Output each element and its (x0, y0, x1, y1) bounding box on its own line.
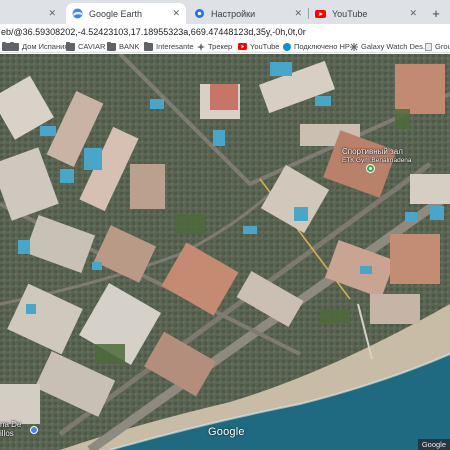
plus-icon: + (432, 5, 440, 21)
url-field[interactable]: eb/@36.59308202,-4.52423103,17.18955323a… (0, 25, 450, 39)
map-pin-icon[interactable] (30, 426, 38, 434)
poi-subtitle: ЕТК Gym Benalmadena (342, 157, 412, 164)
bookmark-tracker[interactable]: Трекер (197, 41, 232, 52)
galaxy-watch-icon (350, 42, 358, 51)
bookmark-label: Interesante (156, 42, 194, 51)
tab-label: YouTube (332, 8, 368, 19)
bookmark-label: Подключено HP (294, 42, 350, 51)
new-tab-button[interactable]: + (428, 5, 444, 21)
poi-name: Спортивный зал (342, 147, 403, 156)
settings-gear-icon (194, 8, 205, 19)
bookmark-label: BANK (119, 42, 140, 51)
bookmark-folder-dom-ispaniya[interactable]: Дом Испания (10, 41, 68, 52)
folder-icon (66, 41, 75, 51)
youtube-icon (315, 8, 326, 19)
close-icon[interactable]: ✕ (48, 8, 56, 19)
tab-settings[interactable]: Настройки ✕ (188, 3, 308, 24)
close-icon[interactable]: ✕ (172, 8, 180, 19)
bookmark-label: Grou (435, 42, 450, 51)
close-icon[interactable]: ✕ (409, 8, 417, 19)
poi-label-bottom-left[interactable]: na De illos (0, 420, 21, 438)
page-icon (425, 42, 432, 51)
poi-label[interactable]: Спортивный зал ЕТК Gym Benalmadena (342, 147, 412, 165)
bookmark-youtube[interactable]: YouTube (238, 41, 279, 52)
satellite-map-view[interactable]: Спортивный зал ЕТК Gym Benalmadena na De… (0, 54, 450, 450)
google-watermark: Google (208, 426, 245, 438)
google-earth-icon (72, 8, 83, 19)
bookmark-folder-caviar[interactable]: CAVIAR (66, 41, 105, 52)
bookmark-folder-interesante[interactable]: Interesante (144, 41, 194, 52)
tab-google-earth[interactable]: Google Earth ✕ (66, 3, 186, 24)
poi-name-line1: na De (0, 420, 22, 429)
bookmark-label: Galaxy Watch Des... (361, 42, 430, 51)
youtube-icon (238, 42, 247, 51)
tab-label: Настройки (211, 8, 256, 19)
folder-icon (144, 41, 153, 51)
bookmarks-bar: Дом Испания CAVIAR BANK Interesante Трек… (0, 40, 450, 53)
tab-label: Google Earth (89, 8, 143, 19)
bookmark-label: CAVIAR (78, 42, 106, 51)
folder-icon (10, 41, 19, 51)
tab-partial[interactable]: ✕ (0, 3, 62, 24)
close-icon[interactable]: ✕ (294, 8, 302, 19)
tab-strip: ✕ Google Earth ✕ Настройки ✕ YouTube ✕ + (0, 0, 450, 24)
bookmark-galaxy-watch[interactable]: Galaxy Watch Des... (350, 41, 429, 52)
attribution[interactable]: Google (417, 439, 450, 450)
hp-icon (283, 42, 291, 51)
bookmark-group[interactable]: Grou (425, 41, 450, 52)
bookmark-hp[interactable]: Подключено HP (283, 41, 350, 52)
folder-icon (107, 41, 116, 51)
map-pin-icon[interactable] (366, 164, 375, 173)
bookmark-folder-bank[interactable]: BANK (107, 41, 139, 52)
satellite-imagery (0, 54, 450, 450)
address-bar: eb/@36.59308202,-4.52423103,17.18955323a… (0, 24, 450, 40)
bookmark-label: YouTube (250, 42, 280, 51)
bookmark-label: Дом Испания (22, 42, 69, 51)
tab-youtube[interactable]: YouTube ✕ (309, 3, 423, 24)
poi-name-line2: illos (0, 429, 14, 438)
tracker-icon (197, 42, 205, 51)
bookmark-label: Трекер (208, 42, 233, 51)
